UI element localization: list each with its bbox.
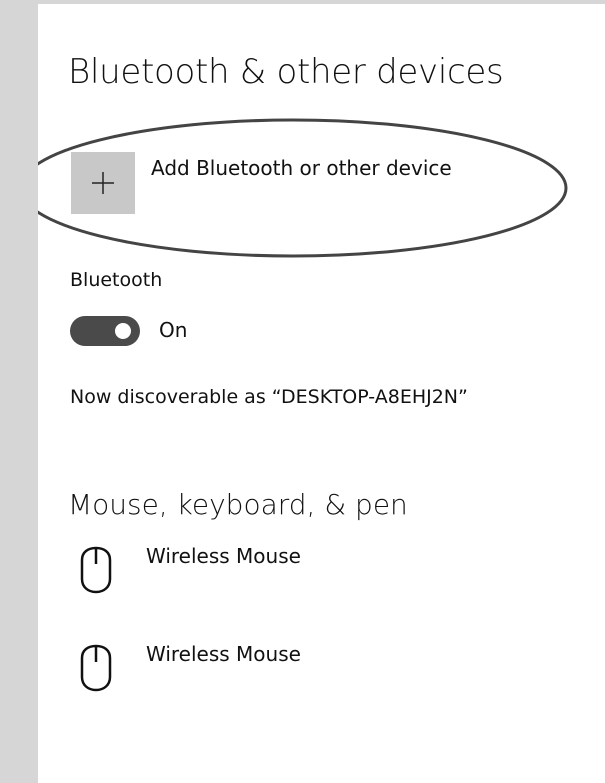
mouse-icon [80,546,112,594]
page-title: Bluetooth & other devices [68,52,504,92]
device-name: Wireless Mouse [146,544,301,568]
settings-window: Bluetooth & other devices Add Bluetooth … [0,0,605,783]
device-item-wireless-mouse-1[interactable]: Wireless Mouse [78,544,478,604]
mouse-keyboard-pen-heading: Mouse, keyboard, & pen [68,488,408,521]
left-navigation-rail [0,0,38,783]
plus-icon [92,172,114,194]
add-device-tile[interactable] [71,152,135,214]
add-device-button[interactable]: Add Bluetooth or other device [71,152,491,222]
bluetooth-toggle-state: On [159,318,188,342]
device-name: Wireless Mouse [146,642,301,666]
bluetooth-toggle[interactable] [70,316,140,346]
discoverable-status: Now discoverable as “DESKTOP-A8EHJ2N” [70,386,468,408]
toggle-knob [115,323,131,339]
bluetooth-label: Bluetooth [70,269,163,291]
settings-content: Bluetooth & other devices Add Bluetooth … [38,4,605,783]
device-item-wireless-mouse-2[interactable]: Wireless Mouse [78,642,478,702]
mouse-icon [80,644,112,692]
add-device-label: Add Bluetooth or other device [151,156,452,180]
